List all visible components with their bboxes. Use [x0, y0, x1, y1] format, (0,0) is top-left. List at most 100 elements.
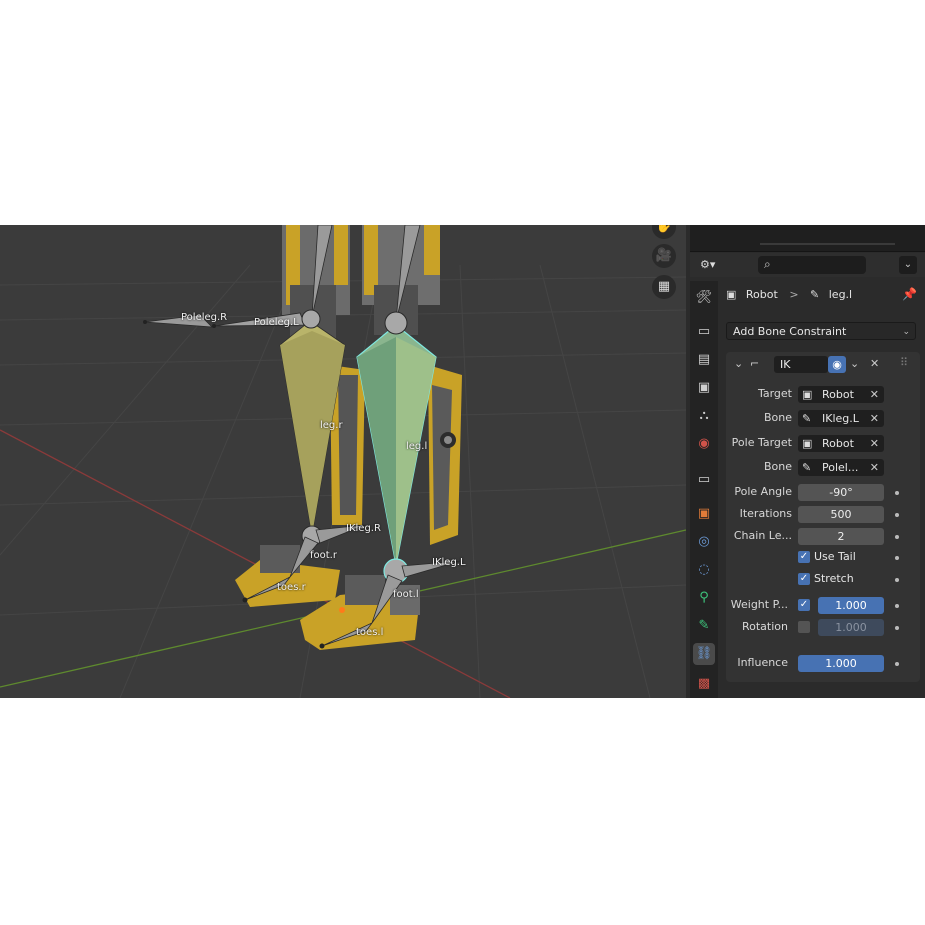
pole-bone-label: Bone	[763, 460, 792, 473]
pole-target-value: Robot	[822, 437, 854, 450]
constraint-name-input[interactable]: IK	[774, 356, 828, 373]
chevron-down-icon: ⌄	[902, 327, 910, 337]
object-tab-icon[interactable]: ▣	[693, 503, 715, 525]
pole-target-label: Pole Target	[731, 436, 792, 449]
keyframe-dot[interactable]	[895, 556, 899, 560]
stretch-label: Stretch	[814, 572, 854, 585]
bone-label-leg-r: leg.r	[320, 420, 343, 431]
world-tab-icon[interactable]: ◉	[693, 433, 715, 455]
constraint-header: ⌄ ⌐ IK ◉ ⌄ ✕ ⠿	[726, 352, 920, 376]
clear-icon[interactable]: ✕	[870, 459, 879, 476]
influence-label: Influence	[737, 656, 788, 669]
weight-position-checkbox[interactable]: ✓	[798, 599, 810, 611]
chain-length-label: Chain Le...	[733, 529, 792, 542]
modifier-tab-icon[interactable]: ◎	[693, 531, 715, 553]
properties-header: ⚙▾ ⌕ ⌄	[690, 253, 925, 277]
camera-icon[interactable]: 🎥	[652, 244, 676, 268]
properties-editor: ⚙▾ ⌕ ⌄ 🛠 ▭ ▤ ▣ ⛬ ◉ ▭ ▣ ◎ ◌ ⚲ ✎ ⛓ ▩ ▣ Rob…	[686, 225, 925, 698]
bone-label-poleleg-r: Poleleg.R	[181, 312, 228, 323]
bone-icon: ✎	[802, 412, 812, 425]
breadcrumb: ▣ Robot > ✎ leg.l	[726, 285, 852, 305]
search-icon: ⌕	[764, 257, 771, 271]
bone-label-toes-r: toes.r	[277, 582, 306, 593]
bone-tab-icon[interactable]: ✎	[693, 615, 715, 637]
object-icon: ▣	[802, 388, 813, 401]
use-tail-label: Use Tail	[814, 550, 856, 563]
output-tab-icon[interactable]: ▤	[693, 349, 715, 371]
iterations-field[interactable]: 500	[798, 506, 884, 523]
keyframe-dot[interactable]	[895, 513, 899, 517]
eye-icon[interactable]: ◉	[828, 356, 846, 373]
clear-icon[interactable]: ✕	[870, 435, 879, 452]
keyframe-dot[interactable]	[895, 535, 899, 539]
bone-icon: ✎	[810, 288, 820, 301]
view-layer-tab-icon[interactable]: ▣	[693, 377, 715, 399]
viewport-scene	[0, 225, 686, 698]
breadcrumb-separator: >	[789, 288, 799, 301]
pole-bone-value: Polel...	[822, 461, 859, 474]
pole-bone-field[interactable]: ✎ Polel... ✕	[798, 459, 884, 476]
weight-position-label: Weight P...	[730, 598, 788, 611]
bone-field[interactable]: ✎ IKleg.L ✕	[798, 410, 884, 427]
physics-tab-icon[interactable]: ◌	[693, 559, 715, 581]
pole-angle-label: Pole Angle	[734, 485, 792, 498]
drag-handle-icon[interactable]: ⠿	[900, 353, 908, 373]
keyframe-dot[interactable]	[895, 626, 899, 630]
chevron-down-icon[interactable]: ⌄	[850, 354, 859, 374]
keyframe-dot[interactable]	[895, 491, 899, 495]
grid-icon[interactable]: ▦	[652, 275, 676, 299]
chevron-down-icon[interactable]: ⌄	[899, 256, 917, 274]
chain-length-field[interactable]: 2	[798, 528, 884, 545]
add-bone-constraint-label: Add Bone Constraint	[733, 325, 847, 338]
outliner-strip	[690, 225, 925, 252]
collapse-chevron-icon[interactable]: ⌄	[734, 354, 743, 374]
add-bone-constraint-button[interactable]: Add Bone Constraint ⌄	[726, 322, 916, 340]
influence-field[interactable]: 1.000	[798, 655, 884, 672]
3d-viewport[interactable]: Poleleg.R Poleleg.L leg.r leg.l IKleg.R …	[0, 225, 686, 698]
clear-icon[interactable]: ✕	[870, 386, 879, 403]
render-tab-icon[interactable]: ▭	[693, 321, 715, 343]
keyframe-dot[interactable]	[895, 604, 899, 608]
rotation-label: Rotation	[741, 620, 788, 633]
stretch-checkbox[interactable]: ✓	[798, 573, 810, 585]
bone-label-leg-l: leg.l	[406, 441, 428, 452]
weight-position-field[interactable]: 1.000	[818, 597, 884, 614]
collection-tab-icon[interactable]: ▭	[693, 469, 715, 491]
close-icon[interactable]: ✕	[870, 354, 879, 374]
bone-label-poleleg-l: Poleleg.L	[254, 317, 299, 328]
object-icon: ▣	[802, 437, 813, 450]
editor-type-button[interactable]: ⚙▾	[700, 255, 730, 275]
breadcrumb-bone: leg.l	[828, 288, 853, 301]
robot-mesh	[235, 225, 462, 650]
bone-label: Bone	[763, 411, 792, 424]
keyframe-dot[interactable]	[895, 578, 899, 582]
search-input[interactable]: ⌕	[758, 256, 866, 274]
bone-label-ikleg-r: IKleg.R	[346, 523, 381, 534]
target-value: Robot	[822, 388, 854, 401]
target-field[interactable]: ▣ Robot ✕	[798, 386, 884, 403]
rotation-checkbox[interactable]: ✓	[798, 621, 810, 633]
blender-screenshot: Poleleg.R Poleleg.L leg.r leg.l IKleg.R …	[0, 225, 925, 698]
pole-angle-field[interactable]: -90°	[798, 484, 884, 501]
object-icon: ▣	[726, 288, 737, 301]
scene-tab-icon[interactable]: ⛬	[693, 405, 715, 427]
keyframe-dot[interactable]	[895, 662, 899, 666]
bone-label-foot-l: foot.l	[393, 589, 419, 600]
breadcrumb-object: Robot	[745, 288, 778, 301]
bone-constraint-tab-icon[interactable]: ⛓	[693, 643, 715, 665]
bone-icon: ✎	[802, 461, 812, 474]
ik-constraint-icon: ⌐	[750, 357, 760, 370]
iterations-label: Iterations	[739, 507, 792, 520]
armature-tab-icon[interactable]: ⚲	[693, 587, 715, 609]
properties-tabs: 🛠 ▭ ▤ ▣ ⛬ ◉ ▭ ▣ ◎ ◌ ⚲ ✎ ⛓ ▩	[690, 281, 718, 698]
pole-target-field[interactable]: ▣ Robot ✕	[798, 435, 884, 452]
ik-constraint-panel: ⌄ ⌐ IK ◉ ⌄ ✕ ⠿ Target ▣ Robot ✕ Bone ✎ I…	[726, 352, 920, 682]
bone-label-toes-l: toes.l	[356, 627, 384, 638]
texture-tab-icon[interactable]: ▩	[693, 673, 715, 695]
bone-label-foot-r: foot.r	[310, 550, 337, 561]
clear-icon[interactable]: ✕	[870, 410, 879, 427]
pin-icon[interactable]: 📌	[902, 287, 917, 301]
rotation-field[interactable]: 1.000	[818, 619, 884, 636]
use-tail-checkbox[interactable]: ✓	[798, 551, 810, 563]
tool-tab-icon[interactable]: 🛠	[693, 287, 715, 309]
